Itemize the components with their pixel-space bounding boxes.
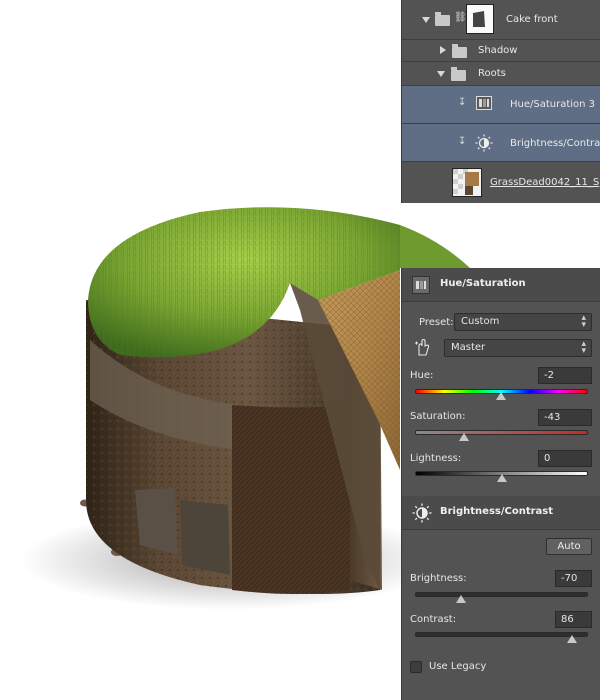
layer-name: Brightness/Contrast (510, 138, 600, 149)
saturation-slider-thumb[interactable] (459, 433, 470, 441)
brightness-contrast-header: Brightness/Contrast (402, 496, 600, 530)
expand-arrow-icon[interactable] (437, 71, 445, 77)
use-legacy-checkbox[interactable] (410, 661, 422, 673)
folder-icon (435, 12, 450, 26)
brightness-label: Brightness: (410, 573, 467, 584)
layer-mask-thumbnail[interactable] (466, 4, 494, 34)
hand-target-icon[interactable] (413, 338, 433, 361)
layers-panel: ⛓ Cake front Shadow Roots ↧ Hue/Saturati… (401, 0, 600, 203)
hue-slider-thumb[interactable] (495, 392, 506, 400)
layer-row-grassdead[interactable]: GrassDead0042_11_S (402, 162, 600, 203)
channel-value: Master (451, 342, 486, 353)
lightness-label: Lightness: (410, 453, 462, 464)
channel-dropdown[interactable]: Master ▴ ▾ (444, 339, 592, 357)
layer-name: Shadow (478, 45, 518, 56)
brightness-slider-track[interactable] (415, 592, 588, 597)
use-legacy-label: Use Legacy (429, 661, 487, 672)
preset-label: Preset: (419, 317, 454, 328)
brightness-contrast-icon (475, 134, 493, 155)
layer-name: GrassDead0042_11_S (490, 177, 600, 188)
dropdown-arrows-icon: ▴ ▾ (581, 339, 586, 356)
clipping-arrow-icon: ↧ (458, 136, 467, 147)
hue-label: Hue: (410, 370, 434, 381)
brightness-contrast-icon (412, 503, 432, 526)
layer-row-hue-saturation[interactable]: ↧ Hue/Saturation 3 (402, 86, 600, 124)
chain-link-icon[interactable]: ⛓ (454, 12, 467, 23)
saturation-slider-track[interactable] (415, 430, 588, 435)
hue-saturation-header: Hue/Saturation (402, 268, 600, 302)
layer-row-roots[interactable]: Roots (402, 62, 600, 86)
expand-arrow-icon[interactable] (422, 17, 430, 23)
contrast-slider-thumb[interactable] (566, 635, 577, 643)
layer-row-cake-front[interactable]: ⛓ Cake front (402, 0, 600, 40)
saturation-value-field[interactable]: -43 (538, 409, 592, 426)
panel-title: Brightness/Contrast (440, 506, 554, 517)
hue-saturation-icon (476, 96, 492, 113)
hue-value-field[interactable]: -2 (538, 367, 592, 384)
rock (180, 500, 230, 575)
properties-panel: Hue/Saturation Preset: Custom ▴ ▾ Master … (401, 268, 600, 700)
preset-dropdown[interactable]: Custom ▴ ▾ (454, 313, 592, 331)
layer-name: Roots (478, 68, 506, 79)
layer-name: Cake front (506, 14, 558, 25)
hue-saturation-icon (412, 276, 430, 294)
clipping-arrow-icon: ↧ (458, 97, 467, 108)
rock (135, 488, 178, 555)
layer-row-brightness-contrast[interactable]: ↧ Brightness/Contrast (402, 124, 600, 162)
brightness-slider-thumb[interactable] (456, 595, 467, 603)
layer-name: Hue/Saturation 3 (510, 99, 596, 110)
collapse-arrow-icon[interactable] (440, 46, 446, 54)
layer-row-shadow[interactable]: Shadow (402, 40, 600, 62)
lightness-slider-thumb[interactable] (496, 474, 507, 482)
lightness-value-field[interactable]: 0 (538, 450, 592, 467)
contrast-value-field[interactable]: 86 (555, 611, 592, 628)
preset-value: Custom (461, 316, 500, 327)
layer-thumbnail[interactable] (452, 168, 482, 197)
contrast-label: Contrast: (410, 614, 457, 625)
panel-title: Hue/Saturation (440, 278, 526, 289)
auto-button[interactable]: Auto (546, 538, 592, 555)
contrast-slider-track[interactable] (415, 632, 588, 637)
brightness-value-field[interactable]: -70 (555, 570, 592, 587)
folder-icon (452, 44, 467, 58)
dropdown-arrows-icon: ▴ ▾ (581, 313, 586, 330)
saturation-label: Saturation: (410, 411, 466, 422)
folder-icon (451, 67, 466, 81)
